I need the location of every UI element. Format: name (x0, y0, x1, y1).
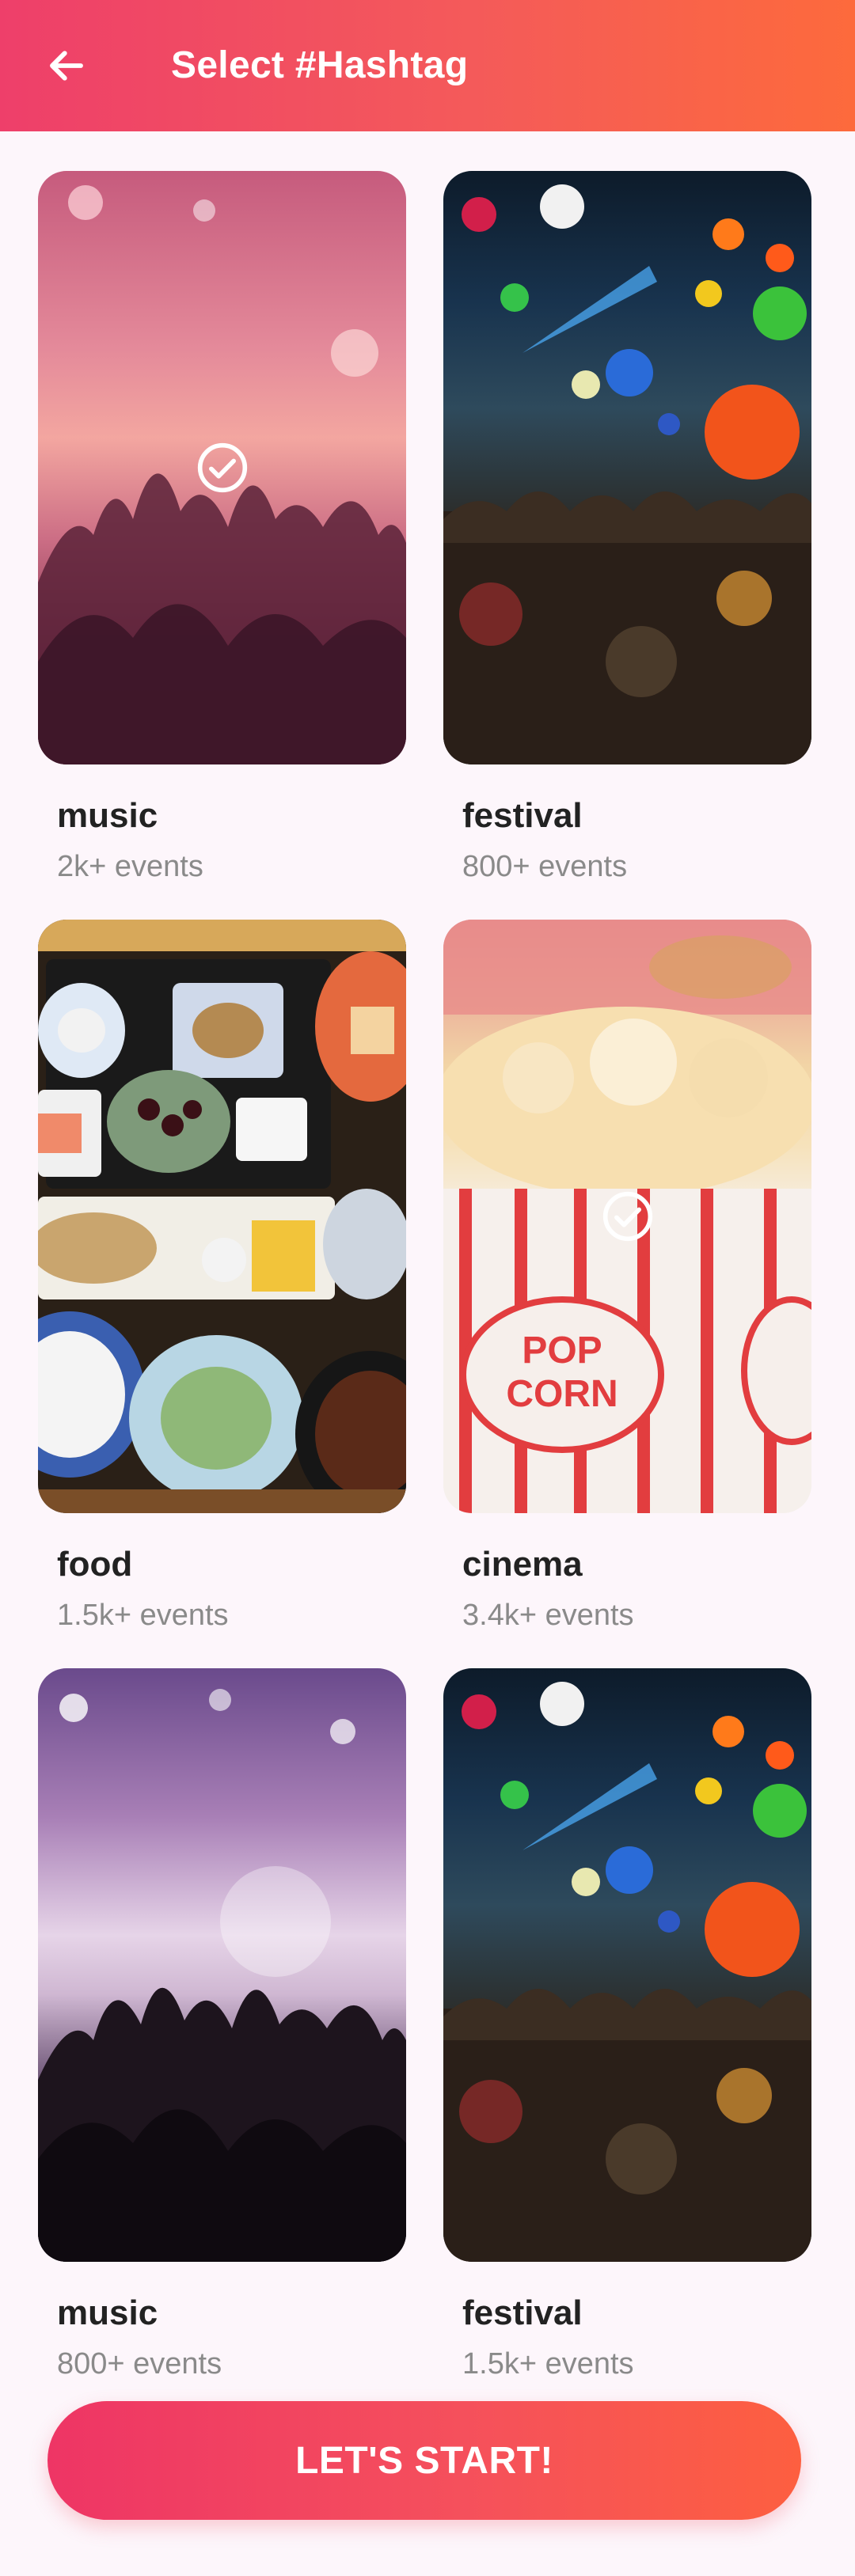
check-circle-icon (197, 442, 248, 493)
hashtag-image (38, 920, 406, 1513)
hashtag-event-count: 3.4k+ events (462, 1599, 634, 1632)
hashtag-image (38, 171, 406, 764)
hashtag-image: POP CORN (443, 920, 811, 1513)
hashtag-grid: music 2k+ events festival 800+ events fo… (0, 0, 855, 2576)
hashtag-name: food (57, 1545, 133, 1584)
hashtag-name: festival (462, 2293, 583, 2332)
hashtag-image (443, 1668, 811, 2262)
check-circle-icon (602, 1191, 653, 1242)
hashtag-image (38, 1668, 406, 2262)
hashtag-event-count: 800+ events (57, 2347, 222, 2381)
lets-start-button[interactable]: LET'S START! (48, 2401, 801, 2520)
hashtag-image (443, 171, 811, 764)
hashtag-name: cinema (462, 1545, 583, 1584)
hashtag-event-count: 1.5k+ events (57, 1599, 229, 1632)
hashtag-event-count: 2k+ events (57, 850, 203, 883)
hashtag-name: festival (462, 796, 583, 835)
hashtag-event-count: 1.5k+ events (462, 2347, 634, 2381)
hashtag-name: music (57, 2293, 158, 2332)
svg-text:CORN: CORN (506, 1373, 618, 1415)
hashtag-event-count: 800+ events (462, 850, 628, 883)
svg-text:POP: POP (522, 1330, 602, 1371)
hashtag-name: music (57, 796, 158, 835)
